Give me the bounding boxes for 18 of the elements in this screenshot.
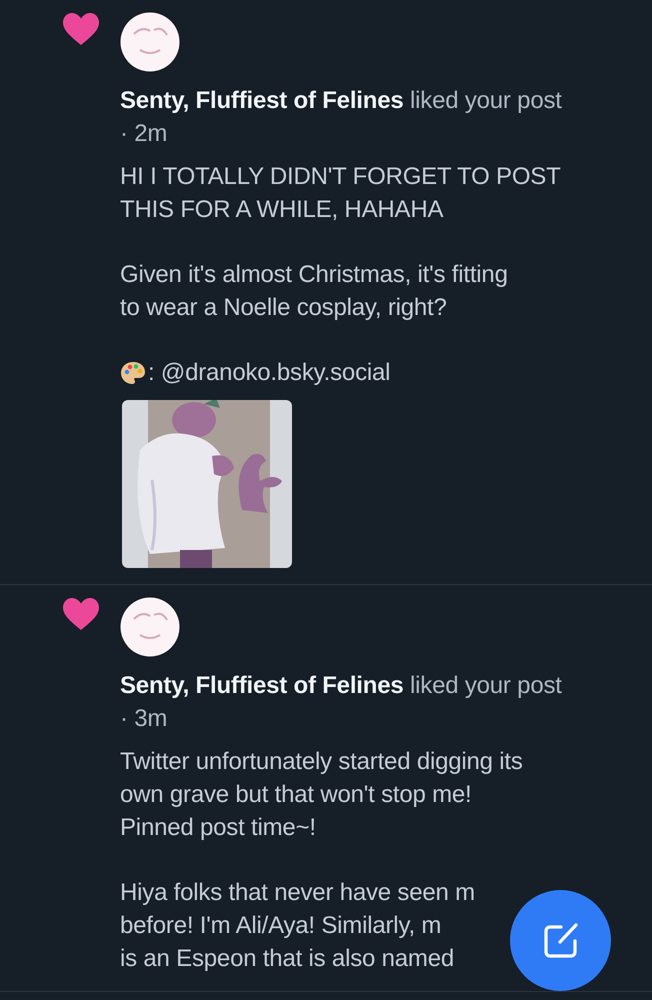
post-text-line: to wear a Noelle cosplay, right? (120, 293, 447, 323)
notification-text: Senty, Fluffiest of Felines liked your post · 3m (120, 671, 563, 734)
post-text-line: Hiya folks that never have seen m (120, 878, 475, 908)
artist-credit: : @dranoko.bsky.social (148, 358, 390, 388)
post-text-line: Twitter unfortunately started digging its (120, 747, 523, 777)
post-text-line: HI I TOTALLY DIDN'T FORGET TO POST (120, 162, 561, 192)
avatar (120, 12, 180, 72)
post-text-line: Pinned post time~! (120, 813, 316, 843)
post-text-line: is an Espeon that is also named (120, 944, 454, 974)
post-text-line: own grave but that won't stop me! (120, 780, 472, 810)
heart-icon (62, 12, 100, 46)
heart-icon (62, 597, 100, 631)
avatar (120, 597, 180, 657)
post-text-line: before! I'm Ali/Aya! Similarly, m (120, 911, 442, 941)
palette-icon (120, 360, 146, 384)
post-text-line: THIS FOR A WHILE, HAHAHA (120, 195, 444, 225)
notification-text: Senty, Fluffiest of Felines liked your post · 2m (120, 86, 563, 149)
post-text-line: Given it's almost Christmas, it's fitting (120, 260, 508, 290)
